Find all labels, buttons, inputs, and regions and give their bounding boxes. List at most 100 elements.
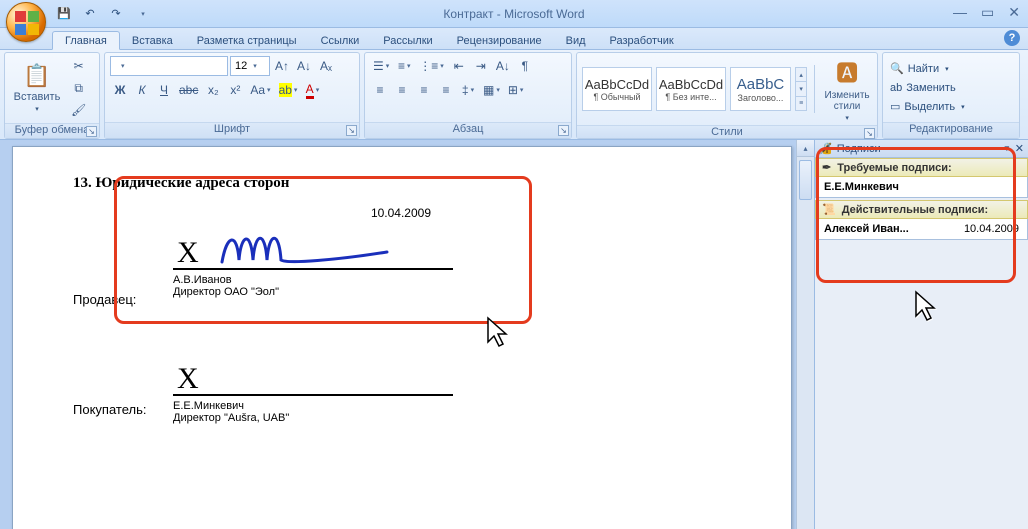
tab-mailings[interactable]: Рассылки: [371, 32, 444, 49]
document-scrollbar[interactable]: ▴: [796, 140, 814, 529]
replace-button[interactable]: abЗаменить: [888, 79, 967, 97]
decrease-indent-button[interactable]: ⇤: [449, 56, 469, 76]
page: 13. Юридические адреса сторон 10.04.2009…: [12, 146, 792, 529]
save-icon[interactable]: 💾: [54, 4, 74, 24]
italic-button[interactable]: К: [132, 80, 152, 100]
group-clipboard-label: Буфер обмена: [15, 124, 90, 136]
tab-insert[interactable]: Вставка: [120, 32, 185, 49]
group-styles: AaBbCcDd ¶ Обычный AaBbCcDd ¶ Без инте..…: [576, 52, 878, 139]
paste-icon: 📋: [23, 63, 50, 89]
bullets-button[interactable]: ☰: [370, 56, 392, 76]
signer-title-2: Директор "Aušra, UAB": [173, 412, 731, 424]
signature-line-seller: X: [173, 230, 453, 270]
panel-close-icon[interactable]: ✕: [1015, 142, 1024, 155]
styles-launcher[interactable]: ↘: [864, 128, 875, 139]
help-icon[interactable]: ?: [1004, 30, 1020, 46]
required-signatures-header: ✒ Требуемые подписи:: [815, 158, 1028, 177]
select-button[interactable]: ▭Выделить▾: [888, 98, 967, 116]
show-marks-button[interactable]: ¶: [515, 56, 535, 76]
quick-access-toolbar: 💾 ↶ ↷: [54, 4, 152, 24]
find-icon: 🔍: [890, 62, 904, 75]
format-painter-icon[interactable]: 🖌: [68, 100, 89, 120]
signature-line-buyer: X: [173, 356, 453, 396]
align-center-button[interactable]: ≡: [392, 80, 412, 100]
minimize-button[interactable]: —: [953, 4, 967, 21]
shading-button[interactable]: ▦: [480, 80, 503, 100]
scroll-thumb[interactable]: [799, 160, 812, 200]
change-styles-button[interactable]: 🅰 Изменить стили ▾: [822, 56, 872, 122]
close-button[interactable]: ✕: [1008, 4, 1020, 21]
cut-icon[interactable]: ✂: [68, 56, 89, 76]
group-styles-label: Стили: [711, 126, 743, 138]
shrink-font-icon[interactable]: A↓: [294, 56, 314, 76]
group-font: ▾ 12▾ A↑ A↓ Aₓ Ж К Ч abc x₂ x² Aa ab A Ш…: [104, 52, 360, 139]
borders-button[interactable]: ⊞: [505, 80, 527, 100]
scroll-up-icon[interactable]: ▴: [797, 140, 814, 157]
valid-signer-item[interactable]: Алексей Иван... 10.04.2009: [815, 219, 1028, 240]
increase-indent-button[interactable]: ⇥: [471, 56, 491, 76]
subscript-button[interactable]: x₂: [203, 80, 223, 100]
clear-format-icon[interactable]: Aₓ: [316, 56, 336, 76]
group-paragraph: ☰ ≡ ⋮≡ ⇤ ⇥ A↓ ¶ ≡ ≡ ≡ ≡ ‡ ▦ ⊞ Абзац↘: [364, 52, 572, 139]
align-left-button[interactable]: ≡: [370, 80, 390, 100]
maximize-button[interactable]: ▭: [981, 4, 994, 21]
numbering-button[interactable]: ≡: [394, 56, 414, 76]
strike-button[interactable]: abc: [176, 80, 201, 100]
redo-icon[interactable]: ↷: [106, 4, 126, 24]
tab-view[interactable]: Вид: [554, 32, 598, 49]
replace-icon: ab: [890, 82, 902, 94]
style-nospacing[interactable]: AaBbCcDd ¶ Без инте...: [656, 67, 726, 111]
clipboard-launcher[interactable]: ↘: [86, 126, 97, 137]
window-title: Контракт - Microsoft Word: [0, 7, 1028, 21]
sort-button[interactable]: A↓: [493, 56, 513, 76]
font-color-button[interactable]: A: [302, 80, 322, 100]
panel-title: Подписи: [837, 143, 881, 155]
justify-button[interactable]: ≡: [436, 80, 456, 100]
group-font-label: Шрифт: [214, 123, 250, 135]
align-right-button[interactable]: ≡: [414, 80, 434, 100]
tab-references[interactable]: Ссылки: [309, 32, 372, 49]
font-launcher[interactable]: ↘: [346, 125, 357, 136]
change-case-button[interactable]: Aa: [247, 80, 273, 100]
undo-icon[interactable]: ↶: [80, 4, 100, 24]
superscript-button[interactable]: x²: [225, 80, 245, 100]
buyer-role: Покупатель:: [73, 402, 146, 417]
required-signer-item[interactable]: Е.Е.Минкевич: [815, 177, 1028, 198]
signature-x-mark: X: [177, 236, 199, 270]
tab-developer[interactable]: Разработчик: [598, 32, 686, 49]
office-button[interactable]: [6, 2, 46, 42]
document-area[interactable]: 13. Юридические адреса сторон 10.04.2009…: [0, 140, 814, 529]
pen-icon: ✒: [822, 161, 831, 174]
underline-button[interactable]: Ч: [154, 80, 174, 100]
signer-title: Директор ОАО "Эол": [173, 286, 731, 298]
bold-button[interactable]: Ж: [110, 80, 130, 100]
valid-signatures-header: 📜 Действительные подписи:: [815, 200, 1028, 219]
multilevel-button[interactable]: ⋮≡: [416, 56, 447, 76]
styles-scroll[interactable]: ▴▾≡: [795, 67, 807, 111]
signature-x-mark: X: [177, 362, 199, 396]
style-heading1[interactable]: AaBbC Заголово...: [730, 67, 791, 111]
highlight-button[interactable]: ab: [276, 80, 301, 100]
signature-block-buyer[interactable]: Покупатель: X Е.Е.Минкевич Директор "Auš…: [73, 352, 731, 428]
group-clipboard: 📋 Вставить ▾ ✂ ⧉ 🖌 Буфер обмена↘: [4, 52, 100, 139]
style-normal[interactable]: AaBbCcDd ¶ Обычный: [582, 67, 652, 111]
paragraph-launcher[interactable]: ↘: [558, 125, 569, 136]
copy-icon[interactable]: ⧉: [68, 78, 89, 98]
paste-button[interactable]: 📋 Вставить ▾: [10, 63, 64, 113]
find-button[interactable]: 🔍Найти▾: [888, 60, 967, 78]
signatures-panel: 🔏 Подписи ▼ ✕ ✒ Требуемые подписи: Е.Е.М…: [814, 140, 1028, 529]
grow-font-icon[interactable]: A↑: [272, 56, 292, 76]
tab-review[interactable]: Рецензирование: [445, 32, 554, 49]
font-family-combo[interactable]: ▾: [110, 56, 228, 76]
tab-pagelayout[interactable]: Разметка страницы: [185, 32, 309, 49]
qat-customize-icon[interactable]: [132, 4, 152, 24]
ribbon: 📋 Вставить ▾ ✂ ⧉ 🖌 Буфер обмена↘ ▾ 12▾ A…: [0, 50, 1028, 140]
tab-home[interactable]: Главная: [52, 31, 120, 50]
panel-header: 🔏 Подписи ▼ ✕: [815, 140, 1028, 158]
group-editing-label: Редактирование: [909, 123, 993, 135]
signature-block-seller[interactable]: 10.04.2009 Продавец: X А.В.Иванов Директ…: [73, 206, 731, 302]
panel-menu-icon[interactable]: ▼: [1003, 144, 1011, 153]
font-size-combo[interactable]: 12▾: [230, 56, 270, 76]
signatures-icon: 🔏: [819, 142, 833, 155]
line-spacing-button[interactable]: ‡: [458, 80, 478, 100]
